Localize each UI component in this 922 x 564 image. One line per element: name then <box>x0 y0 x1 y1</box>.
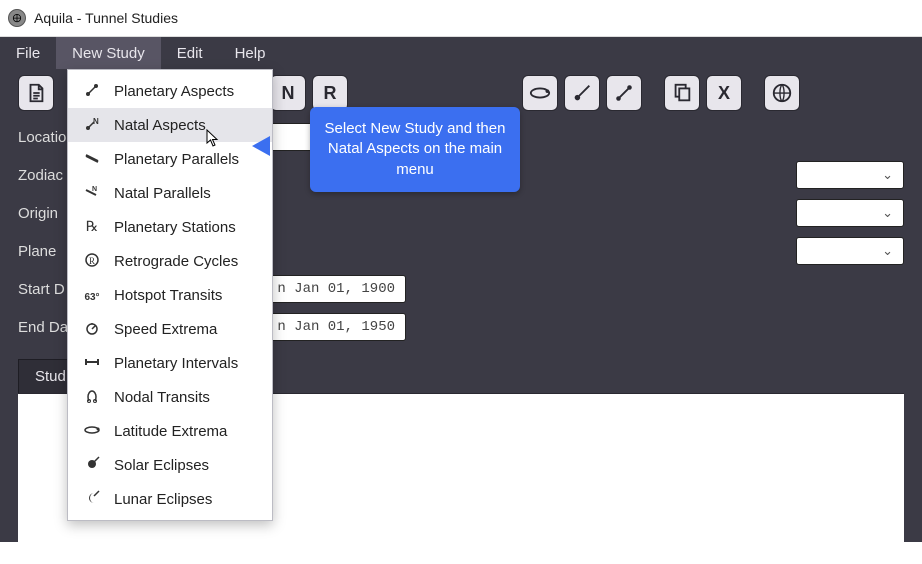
callout-arrow-icon <box>252 123 322 169</box>
new-study-dropdown: Planetary Aspects N Natal Aspects Planetary… <box>67 69 273 521</box>
start-date-value: n Jan 01, 1900 <box>277 281 395 297</box>
callout-tip: Select New Study and then Natal Aspects … <box>310 107 520 192</box>
tb-r-button[interactable]: R <box>312 75 348 111</box>
menu-item-label: Nodal Transits <box>114 389 210 406</box>
document-icon <box>25 82 47 104</box>
svg-text:N: N <box>92 186 97 193</box>
tb-point-button[interactable] <box>564 75 600 111</box>
menu-item-nodal-transits[interactable]: Nodal Transits <box>68 380 272 414</box>
chevron-down-icon: ⌄ <box>882 167 893 183</box>
label-start-date: Start D <box>18 281 70 298</box>
menu-item-retrograde-cycles[interactable]: R Retrograde Cycles <box>68 244 272 278</box>
orbit-icon <box>529 82 551 104</box>
letter-x-icon: X <box>718 83 730 104</box>
menu-new-study[interactable]: New Study <box>56 37 161 69</box>
retrograde-circle-icon: R <box>82 252 102 271</box>
interval-icon <box>82 354 102 373</box>
menu-item-label: Planetary Stations <box>114 219 236 236</box>
menu-item-label: Planetary Parallels <box>114 151 239 168</box>
callout-text: Select New Study and then Natal Aspects … <box>325 120 506 178</box>
label-plane: Plane <box>18 243 70 260</box>
degree-icon: 63° <box>82 287 102 303</box>
menu-item-label: Latitude Extrema <box>114 423 227 440</box>
menu-item-label: Speed Extrema <box>114 321 217 338</box>
menu-item-label: Lunar Eclipses <box>114 491 212 508</box>
label-zodiac: Zodiac <box>18 167 70 184</box>
natal-aspect-icon: N <box>82 116 102 135</box>
tb-segment-button[interactable] <box>606 75 642 111</box>
menu-item-lunar-eclipses[interactable]: Lunar Eclipses <box>68 482 272 516</box>
menu-item-label: Natal Parallels <box>114 185 211 202</box>
segment-icon <box>613 82 635 104</box>
globe-icon <box>771 82 793 104</box>
menu-item-latitude-extrema[interactable]: Latitude Extrema <box>68 414 272 448</box>
combo-origin[interactable]: ⌄ <box>796 199 904 227</box>
menu-help[interactable]: Help <box>219 37 282 69</box>
copy-icon <box>671 82 693 104</box>
point-line-icon <box>571 82 593 104</box>
node-icon <box>82 388 102 407</box>
letter-n-icon: N <box>282 83 295 104</box>
menu-item-solar-eclipses[interactable]: Solar Eclipses <box>68 448 272 482</box>
tb-globe-button[interactable] <box>764 75 800 111</box>
menu-item-label: Planetary Intervals <box>114 355 238 372</box>
window-title: Aquila - Tunnel Studies <box>34 10 178 26</box>
menu-item-label: Hotspot Transits <box>114 287 222 304</box>
tb-copy-button[interactable] <box>664 75 700 111</box>
menu-item-natal-aspects[interactable]: N Natal Aspects <box>68 108 272 142</box>
menu-item-planetary-intervals[interactable]: Planetary Intervals <box>68 346 272 380</box>
window-titlebar: 🜨 Aquila - Tunnel Studies <box>0 0 922 37</box>
tb-x-button[interactable]: X <box>706 75 742 111</box>
solar-eclipse-icon <box>82 456 102 475</box>
menu-edit[interactable]: Edit <box>161 37 219 69</box>
speed-icon <box>82 320 102 339</box>
app-icon: 🜨 <box>8 9 26 27</box>
tb-n-button[interactable]: N <box>270 75 306 111</box>
menu-item-planetary-stations[interactable]: ℞ Planetary Stations <box>68 210 272 244</box>
tb-new-doc-button[interactable] <box>18 75 54 111</box>
svg-text:R: R <box>89 256 95 266</box>
parallel-icon <box>82 150 102 169</box>
chevron-down-icon: ⌄ <box>882 205 893 221</box>
latitude-icon <box>82 422 102 441</box>
retrograde-icon: ℞ <box>82 218 102 236</box>
combo-zodiac[interactable]: ⌄ <box>796 161 904 189</box>
menu-item-hotspot-transits[interactable]: 63° Hotspot Transits <box>68 278 272 312</box>
label-end-date: End Da <box>18 319 70 336</box>
lunar-eclipse-icon <box>82 490 102 509</box>
menu-item-label: Natal Aspects <box>114 117 206 134</box>
menu-item-planetary-parallels[interactable]: Planetary Parallels <box>68 142 272 176</box>
svg-text:N: N <box>93 117 99 126</box>
natal-parallel-icon: N <box>82 184 102 203</box>
letter-r-icon: R <box>324 83 337 104</box>
menu-item-label: Retrograde Cycles <box>114 253 238 270</box>
chevron-down-icon: ⌄ <box>882 243 893 259</box>
menubar: File New Study Edit Help <box>0 37 922 69</box>
aspect-icon <box>82 82 102 101</box>
menu-item-label: Planetary Aspects <box>114 83 234 100</box>
tb-orbit-button[interactable] <box>522 75 558 111</box>
combo-plane[interactable]: ⌄ <box>796 237 904 265</box>
label-origin: Origin <box>18 205 70 222</box>
menu-item-natal-parallels[interactable]: N Natal Parallels <box>68 176 272 210</box>
menu-item-speed-extrema[interactable]: Speed Extrema <box>68 312 272 346</box>
menu-file[interactable]: File <box>0 37 56 69</box>
menu-item-label: Solar Eclipses <box>114 457 209 474</box>
end-date-value: n Jan 01, 1950 <box>277 319 395 335</box>
menu-item-planetary-aspects[interactable]: Planetary Aspects <box>68 74 272 108</box>
